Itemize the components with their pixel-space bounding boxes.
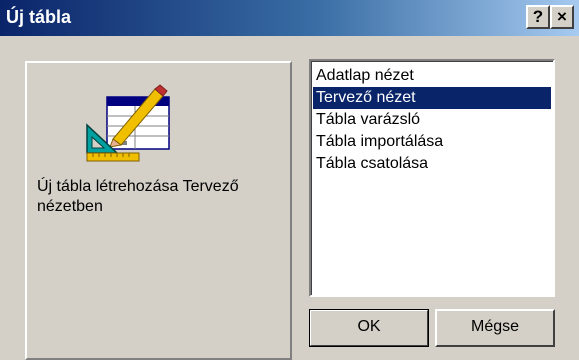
cancel-button[interactable]: Mégse — [435, 309, 555, 347]
close-button[interactable]: × — [550, 5, 574, 29]
list-item-design-view[interactable]: Tervező nézet — [313, 87, 551, 109]
list-item-link-table[interactable]: Tábla csatolása — [313, 153, 551, 175]
dialog-title: Új tábla — [6, 7, 72, 27]
list-item-import-table[interactable]: Tábla importálása — [313, 131, 551, 153]
preview-description: Új tábla létrehozása Tervező nézetben — [37, 178, 239, 215]
new-table-dialog: Új tábla ? × Új tábla létrehozása Tervez… — [0, 0, 579, 360]
table-design-icon — [86, 84, 170, 162]
preview-panel: Új tábla létrehozása Tervező nézetben — [25, 61, 292, 360]
title-bar[interactable]: Új tábla ? × — [0, 0, 579, 36]
ok-button[interactable]: OK — [309, 309, 429, 347]
list-item-table-wizard[interactable]: Tábla varázsló — [313, 109, 551, 131]
help-button[interactable]: ? — [526, 5, 550, 29]
list-item-datasheet-view[interactable]: Adatlap nézet — [313, 65, 551, 87]
view-listbox[interactable]: Adatlap nézet Tervező nézet Tábla varázs… — [309, 59, 555, 297]
